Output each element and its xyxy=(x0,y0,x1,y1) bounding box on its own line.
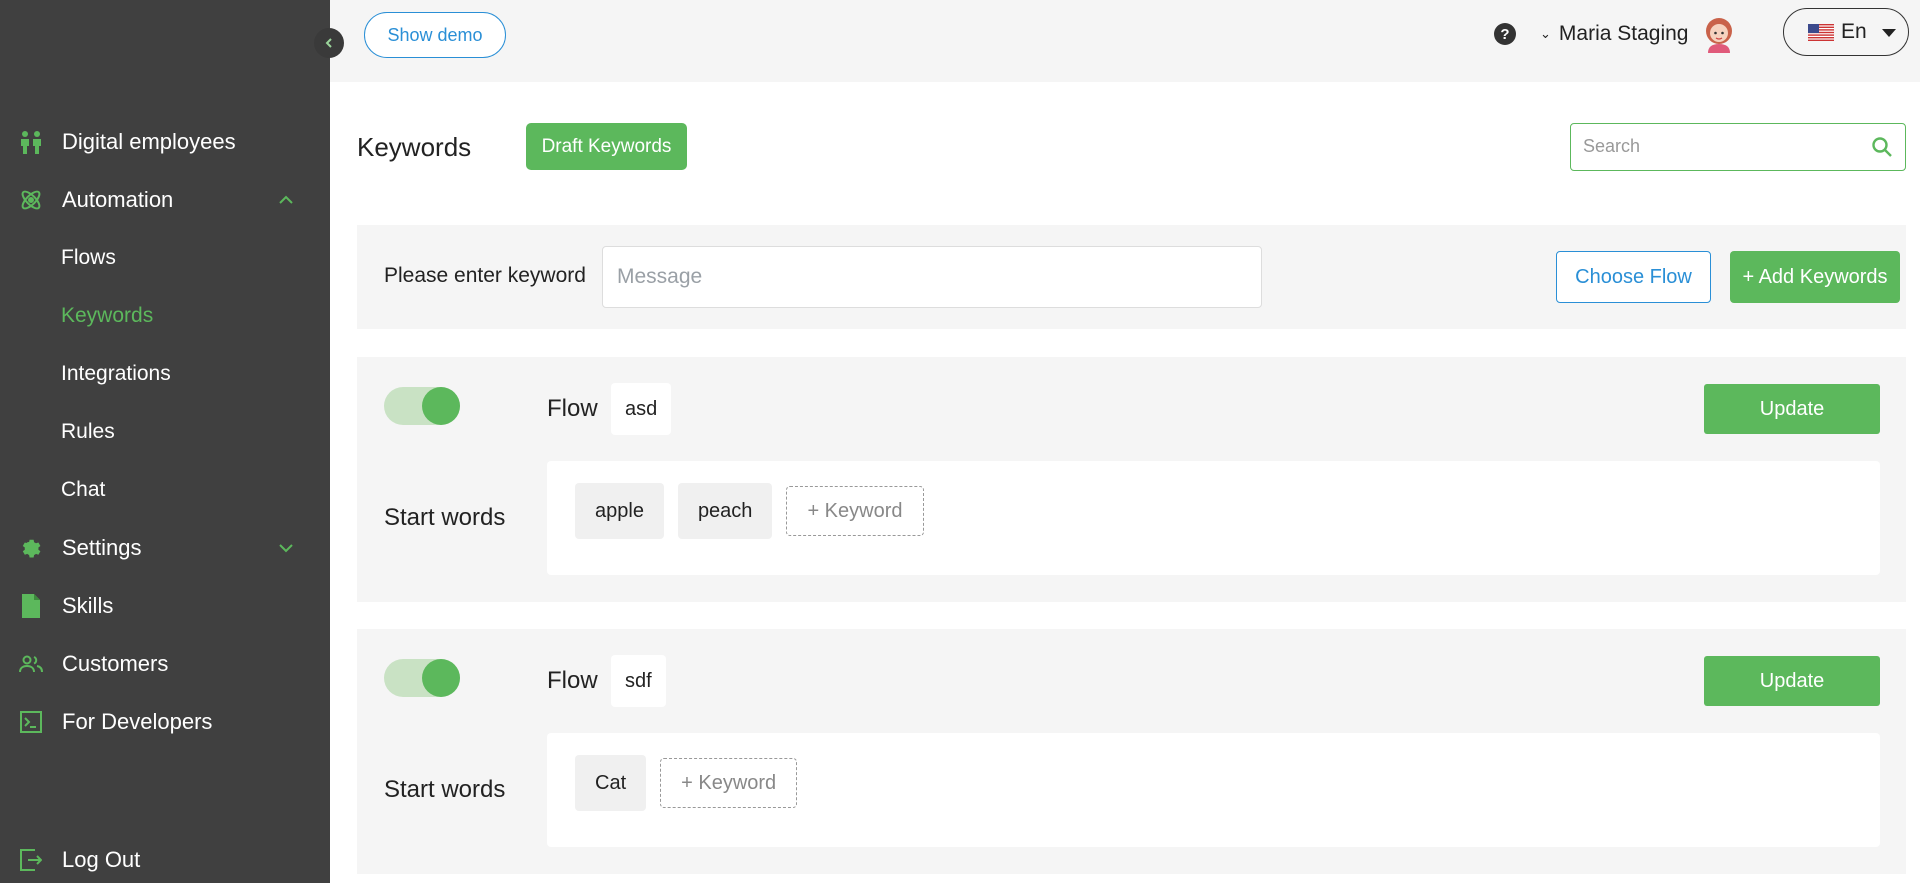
chevron-left-icon xyxy=(325,38,332,48)
search-icon[interactable] xyxy=(1871,136,1893,158)
collapse-sidebar-button[interactable] xyxy=(314,28,344,58)
sidebar-item-label: Automation xyxy=(62,187,174,212)
keyword-chip-list: apple peach + Keyword xyxy=(575,483,924,539)
page-title: Keywords xyxy=(357,132,472,162)
sidebar-sub-integrations[interactable]: Integrations xyxy=(0,345,330,403)
sidebar-item-for-developers[interactable]: For Developers xyxy=(0,693,330,751)
people-icon xyxy=(18,129,44,155)
main-content: Keywords Draft Keywords Please enter key… xyxy=(330,82,1920,883)
sidebar-sub-rules[interactable]: Rules xyxy=(0,403,330,461)
sidebar-item-label: Customers xyxy=(62,651,169,676)
update-button[interactable]: Update xyxy=(1704,384,1880,434)
avatar xyxy=(1706,18,1733,53)
flow-enabled-toggle[interactable] xyxy=(384,387,460,425)
start-words-label: Start words xyxy=(384,504,506,531)
help-icon[interactable]: ? xyxy=(1494,23,1516,45)
start-words-box: apple peach + Keyword xyxy=(547,461,1880,575)
toggle-knob xyxy=(422,659,460,697)
gear-icon xyxy=(18,535,44,561)
keyword-chip[interactable]: Cat xyxy=(575,755,647,811)
keyword-chip-list: Cat + Keyword xyxy=(575,755,798,811)
flow-name-badge: sdf xyxy=(611,655,666,707)
search-input[interactable] xyxy=(1583,124,1863,169)
keyword-entry-label: Please enter keyword xyxy=(384,264,586,287)
sidebar-item-skills[interactable]: Skills xyxy=(0,577,330,635)
file-icon xyxy=(18,593,44,619)
draft-keywords-button[interactable]: Draft Keywords xyxy=(526,123,687,170)
sidebar-nav: Digital employees Automation Flows Keywo… xyxy=(0,113,330,751)
keyword-chip[interactable]: peach xyxy=(677,483,773,539)
add-keyword-button[interactable]: + Keyword xyxy=(660,758,798,808)
user-menu[interactable]: ⌄ Maria Staging xyxy=(1540,14,1736,54)
language-select[interactable]: En xyxy=(1783,8,1909,56)
add-keywords-button[interactable]: + Add Keywords xyxy=(1730,251,1900,303)
chevron-down-icon: ⌄ xyxy=(1540,26,1551,41)
search-box xyxy=(1570,123,1906,171)
add-keyword-button[interactable]: + Keyword xyxy=(786,486,924,536)
keyword-chip[interactable]: apple xyxy=(575,483,664,539)
sidebar-sub-chat[interactable]: Chat xyxy=(0,461,330,519)
sidebar-item-label: Settings xyxy=(62,535,142,560)
sidebar-item-customers[interactable]: Customers xyxy=(0,635,330,693)
topbar: Show demo ? ⌄ Maria Staging En xyxy=(330,0,1920,82)
users-icon xyxy=(18,651,44,677)
language-label: En xyxy=(1841,20,1867,43)
us-flag-icon xyxy=(1808,23,1834,41)
choose-flow-button[interactable]: Choose Flow xyxy=(1556,251,1711,303)
sidebar-item-settings[interactable]: Settings xyxy=(0,519,330,577)
chevron-up-icon xyxy=(279,195,293,204)
start-words-label: Start words xyxy=(384,776,506,803)
keyword-message-input[interactable] xyxy=(602,246,1262,308)
flow-card: Flow sdf Update Start words Cat + Keywor… xyxy=(357,629,1906,874)
flow-label: Flow xyxy=(547,667,598,694)
logout-container: Log Out xyxy=(0,831,330,883)
sidebar: Digital employees Automation Flows Keywo… xyxy=(0,0,330,883)
sidebar-item-automation[interactable]: Automation xyxy=(0,171,330,229)
logout-icon xyxy=(18,847,44,873)
flow-enabled-toggle[interactable] xyxy=(384,659,460,697)
flow-label: Flow xyxy=(547,395,598,422)
toggle-knob xyxy=(422,387,460,425)
keyword-entry-panel: Please enter keyword Choose Flow + Add K… xyxy=(357,225,1906,329)
sidebar-item-label: Digital employees xyxy=(62,129,236,154)
atom-icon xyxy=(18,187,44,213)
sidebar-sub-flows[interactable]: Flows xyxy=(0,229,330,287)
chevron-down-icon xyxy=(279,544,293,553)
flow-card: Flow asd Update Start words apple peach … xyxy=(357,357,1906,602)
sidebar-item-label: For Developers xyxy=(62,709,213,734)
logout-label: Log Out xyxy=(62,847,141,872)
sidebar-item-digital-employees[interactable]: Digital employees xyxy=(0,113,330,171)
flow-name-badge: asd xyxy=(611,383,672,435)
start-words-box: Cat + Keyword xyxy=(547,733,1880,847)
update-button[interactable]: Update xyxy=(1704,656,1880,706)
dropdown-caret-icon xyxy=(1882,29,1896,37)
show-demo-button[interactable]: Show demo xyxy=(364,12,506,58)
logout-button[interactable]: Log Out xyxy=(0,831,330,883)
sidebar-item-label: Skills xyxy=(62,593,114,618)
user-name: Maria Staging xyxy=(1558,22,1689,45)
terminal-icon xyxy=(18,709,44,735)
sidebar-sub-keywords[interactable]: Keywords xyxy=(0,287,330,345)
